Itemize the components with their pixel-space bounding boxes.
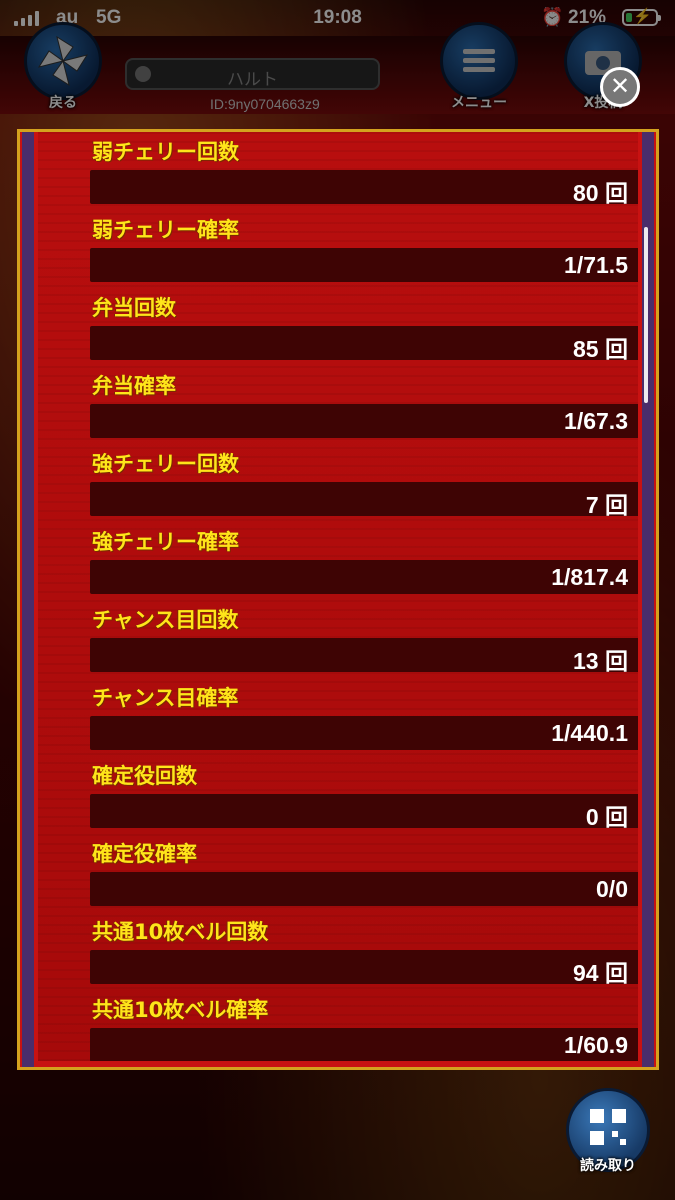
- stat-value-box: 85 回: [90, 326, 638, 362]
- stats-modal: 弱チェリー回数 80 回弱チェリー確率 1/71.5 弁当回数 85 回弁当確率 1/67…: [17, 129, 659, 1070]
- stat-label: チャンス目回数: [92, 608, 239, 632]
- scan-button-label: 読み取り: [580, 1158, 636, 1174]
- stat-value: 1/67.3: [564, 408, 628, 434]
- stat-value-box: 1/440.1: [90, 716, 638, 750]
- stat-value: 94 回: [573, 960, 628, 986]
- stat-label: 強チェリー確率: [92, 530, 239, 554]
- stat-label: 弱チェリー確率: [92, 218, 239, 242]
- stat-label: 弁当確率: [92, 374, 176, 398]
- stat-value-box: 94 回: [90, 950, 638, 986]
- stat-value-box: 1/71.5: [90, 248, 638, 282]
- stat-value-box: 1/67.3: [90, 404, 638, 438]
- modal-side-left: [22, 132, 34, 1067]
- stat-value: 1/60.9: [564, 1032, 628, 1058]
- stat-value: 85 回: [573, 336, 628, 362]
- stat-row: 共通10枚ベル確率 1/60.9: [74, 992, 638, 1061]
- stat-label: 弱チェリー回数: [92, 140, 239, 164]
- stat-row: 弱チェリー回数 80 回: [74, 134, 638, 212]
- stat-label: チャンス目確率: [92, 686, 239, 710]
- stat-value: 1/817.4: [551, 564, 628, 590]
- stat-value-box: 13 回: [90, 638, 638, 674]
- stat-label: 共通10枚ベル確率: [92, 998, 269, 1022]
- stat-row: 確定役確率 0/0: [74, 836, 638, 914]
- stat-value: 0 回: [585, 804, 628, 830]
- stat-value: 80 回: [573, 180, 628, 206]
- stat-label: 確定役確率: [92, 842, 197, 866]
- stat-value-box: 1/817.4: [90, 560, 638, 594]
- stat-value-box: 1/60.9: [90, 1028, 638, 1061]
- stat-row: 共通10枚ベル回数 94 回: [74, 914, 638, 992]
- stat-value: 1/440.1: [551, 720, 628, 746]
- stat-label: 弁当回数: [92, 296, 176, 320]
- stat-row: チャンス目回数 13 回: [74, 602, 638, 680]
- stat-row: 強チェリー回数 7 回: [74, 446, 638, 524]
- scrollbar[interactable]: [644, 227, 648, 403]
- qr-code-icon: [590, 1109, 626, 1145]
- stats-scroll-area[interactable]: 弱チェリー回数 80 回弱チェリー確率 1/71.5 弁当回数 85 回弁当確率 1/67…: [38, 132, 638, 1061]
- stat-value: 0/0: [596, 876, 628, 902]
- close-button[interactable]: ✕: [600, 67, 640, 107]
- stat-value-box: 0 回: [90, 794, 638, 830]
- stat-value-box: 80 回: [90, 170, 638, 206]
- stat-label: 強チェリー回数: [92, 452, 239, 476]
- stat-value: 1/71.5: [564, 252, 628, 278]
- stat-row: 弁当確率 1/67.3: [74, 368, 638, 446]
- stat-row: 確定役回数 0 回: [74, 758, 638, 836]
- stat-row: 弱チェリー確率 1/71.5: [74, 212, 638, 290]
- stat-row: 弁当回数 85 回: [74, 290, 638, 368]
- stat-row: チャンス目確率 1/440.1: [74, 680, 638, 758]
- stat-label: 確定役回数: [92, 764, 197, 788]
- stat-value-box: 7 回: [90, 482, 638, 518]
- stat-label: 共通10枚ベル回数: [92, 920, 269, 944]
- stat-value-box: 0/0: [90, 872, 638, 906]
- stat-value: 7 回: [585, 492, 628, 518]
- stat-value: 13 回: [573, 648, 628, 674]
- stat-row: 強チェリー確率 1/817.4: [74, 524, 638, 602]
